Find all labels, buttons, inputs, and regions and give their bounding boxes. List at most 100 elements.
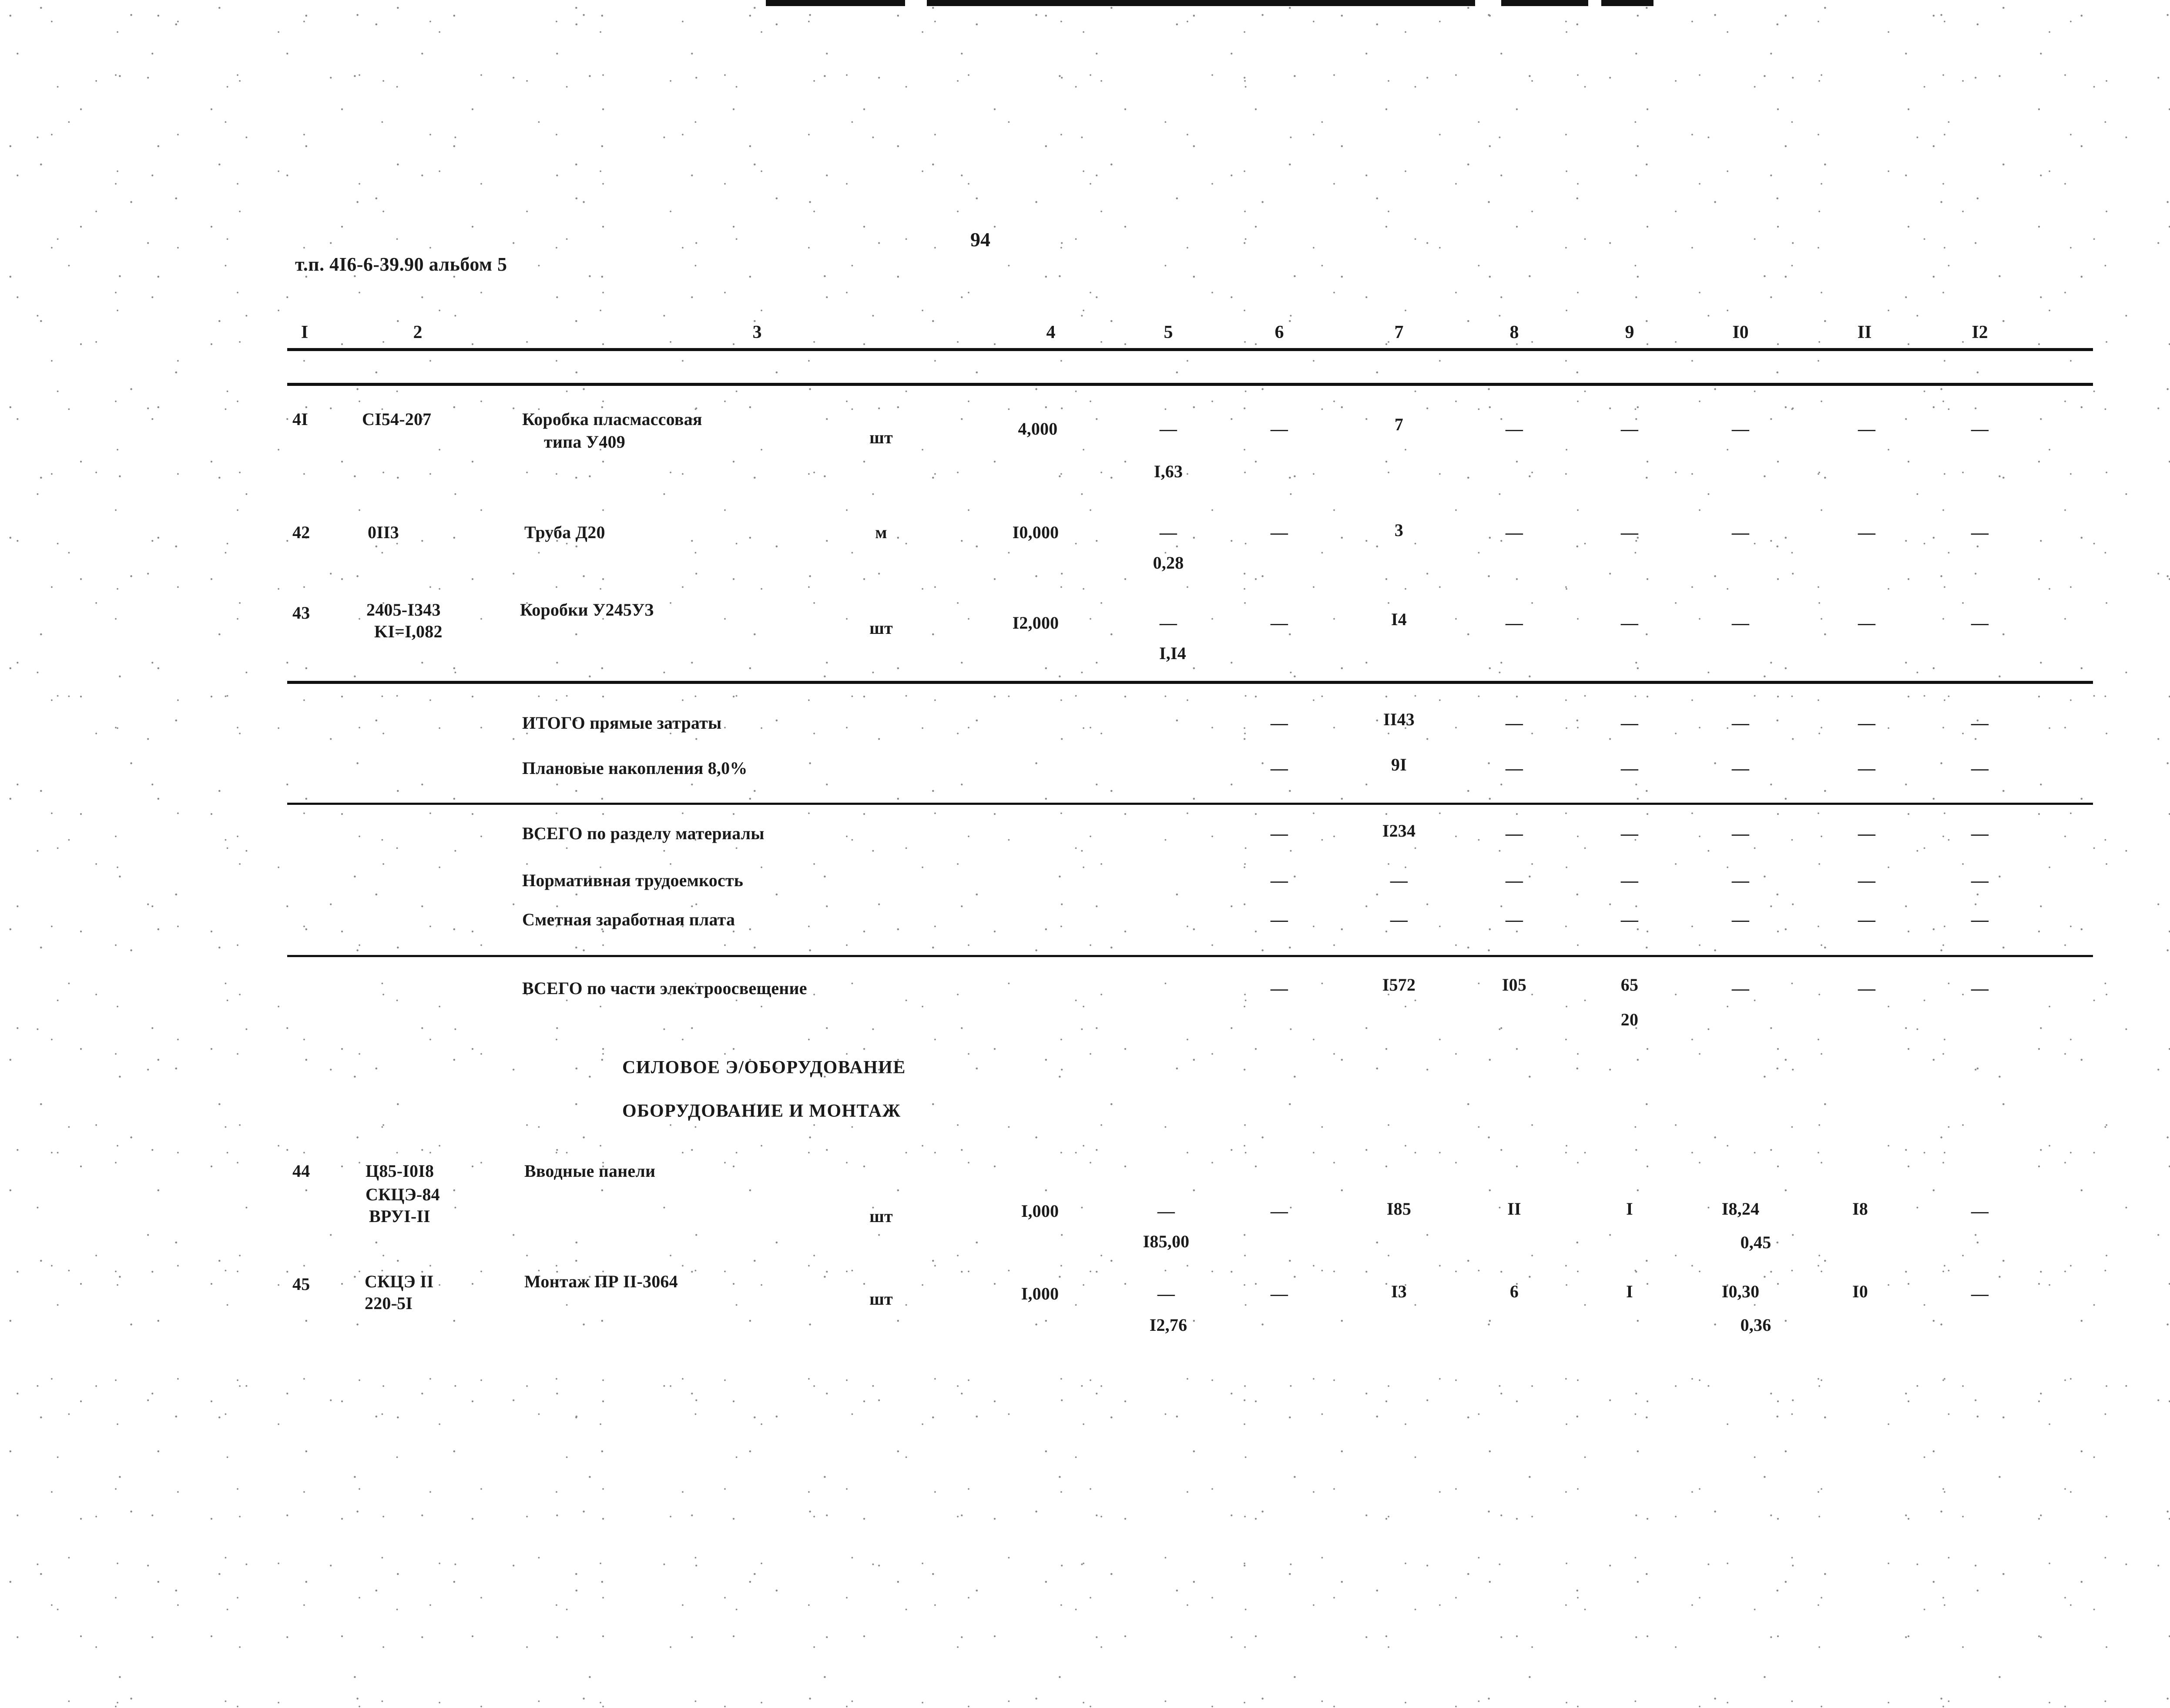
summary-col6: — bbox=[1270, 910, 1288, 929]
row-col6: — bbox=[1270, 1284, 1288, 1303]
row-col12: — bbox=[1971, 419, 1989, 439]
column-header-8: 8 bbox=[1509, 322, 1519, 342]
row-col8: 6 bbox=[1509, 1282, 1519, 1301]
summary-col9: — bbox=[1620, 871, 1639, 890]
column-header-7: 7 bbox=[1394, 322, 1404, 342]
row-price-line2: I,63 bbox=[1154, 462, 1183, 481]
table-row: 43 bbox=[292, 603, 310, 623]
row-unit: м bbox=[875, 522, 887, 542]
summary-col10: — bbox=[1731, 758, 1750, 778]
column-header-3: 3 bbox=[752, 322, 762, 342]
summary-label: Нормативная трудоемкость bbox=[522, 871, 744, 890]
row-unit: шт bbox=[869, 428, 893, 447]
column-header-2: 2 bbox=[413, 322, 423, 342]
row-col10: — bbox=[1731, 613, 1750, 633]
summary-col12: — bbox=[1971, 758, 1989, 778]
row-col6: — bbox=[1270, 419, 1288, 439]
row-col12: — bbox=[1971, 613, 1989, 633]
row-col7: I4 bbox=[1391, 610, 1407, 629]
summary-label: ИТОГО прямые затраты bbox=[522, 713, 722, 733]
row-col10: I8,24 bbox=[1721, 1199, 1760, 1219]
column-header-6: 6 bbox=[1274, 322, 1284, 342]
row-unit: шт bbox=[869, 618, 893, 638]
row-col10: — bbox=[1731, 522, 1750, 542]
summary-col9: — bbox=[1620, 824, 1639, 843]
column-header-1: I bbox=[301, 322, 309, 342]
grand-total-col11: — bbox=[1858, 978, 1876, 998]
summary-col10: — bbox=[1731, 871, 1750, 890]
row-col12: — bbox=[1971, 522, 1989, 542]
scan-artifact bbox=[766, 0, 905, 6]
grand-total-col10: — bbox=[1731, 978, 1750, 998]
table-rule-summary2 bbox=[287, 955, 2093, 957]
summary-col6: — bbox=[1270, 758, 1288, 778]
table-rule-summary1 bbox=[287, 803, 2093, 805]
row-col7: I3 bbox=[1391, 1282, 1407, 1301]
row-number: 43 bbox=[292, 603, 310, 623]
row-code: 0II3 bbox=[368, 522, 399, 542]
summary-col9: — bbox=[1620, 910, 1639, 929]
row-col10: I0,30 bbox=[1721, 1282, 1760, 1301]
row-col9: I bbox=[1626, 1282, 1633, 1301]
row-col7: 7 bbox=[1394, 415, 1404, 434]
scanned-page: т.п. 4I6-6-39.90 альбом 5 94 I 2 3 4 5 6… bbox=[0, 0, 2170, 1708]
table-rule-header bbox=[287, 383, 2093, 386]
summary-col8: — bbox=[1505, 758, 1523, 778]
summary-col11: — bbox=[1858, 871, 1876, 890]
table-rule-top bbox=[287, 348, 2093, 351]
row-col11: I0 bbox=[1852, 1282, 1868, 1301]
table-row: 45 bbox=[292, 1274, 310, 1294]
grand-total-label: ВСЕГО по части электроосвещение bbox=[522, 978, 807, 998]
row-number: 45 bbox=[292, 1274, 310, 1294]
row-col9: — bbox=[1620, 613, 1639, 633]
row-col11: — bbox=[1858, 522, 1876, 542]
row-col12: — bbox=[1971, 1201, 1989, 1221]
summary-col10: — bbox=[1731, 713, 1750, 733]
row-price: — bbox=[1159, 419, 1177, 439]
row-code: 2405-I343 bbox=[366, 600, 441, 620]
summary-label: ВСЕГО по разделу материалы bbox=[522, 824, 765, 843]
row-name: Коробка пласмассовая bbox=[522, 409, 702, 429]
summary-col6: — bbox=[1270, 871, 1288, 890]
row-col8: — bbox=[1505, 522, 1523, 542]
summary-label: Плановые накопления 8,0% bbox=[522, 758, 748, 778]
grand-total-col6: — bbox=[1270, 978, 1288, 998]
row-col7: I85 bbox=[1386, 1199, 1412, 1219]
summary-col12: — bbox=[1971, 871, 1989, 890]
row-unit: шт bbox=[869, 1289, 893, 1309]
scan-artifact bbox=[1501, 0, 1588, 6]
row-col12: — bbox=[1971, 1284, 1989, 1303]
row-col6: — bbox=[1270, 613, 1288, 633]
summary-col11: — bbox=[1858, 713, 1876, 733]
row-number: 44 bbox=[292, 1161, 310, 1181]
row-price-line2: I2,76 bbox=[1149, 1315, 1187, 1335]
column-header-4: 4 bbox=[1046, 322, 1056, 342]
row-col10-line2: 0,45 bbox=[1740, 1232, 1771, 1252]
row-code-line3: ВРУI-II bbox=[369, 1206, 430, 1226]
summary-col6: — bbox=[1270, 824, 1288, 843]
column-header-12: I2 bbox=[1972, 322, 1988, 342]
row-qty: I0,000 bbox=[1012, 522, 1059, 542]
summary-col7: 9I bbox=[1391, 755, 1407, 774]
row-code: Ц85-I0I8 bbox=[366, 1161, 434, 1181]
row-col11: I8 bbox=[1852, 1199, 1868, 1219]
row-qty: I2,000 bbox=[1012, 613, 1059, 633]
row-number: 4I bbox=[292, 409, 308, 429]
column-header-11: II bbox=[1857, 322, 1872, 342]
summary-col12: — bbox=[1971, 824, 1989, 843]
summary-col8: — bbox=[1505, 713, 1523, 733]
section-title-equipment-and-installation: ОБОРУДОВАНИЕ И МОНТАЖ bbox=[622, 1101, 901, 1121]
summary-col12: — bbox=[1971, 713, 1989, 733]
row-col11: — bbox=[1858, 419, 1876, 439]
summary-col6: — bbox=[1270, 713, 1288, 733]
summary-col9: — bbox=[1620, 758, 1639, 778]
row-col7: 3 bbox=[1394, 520, 1404, 540]
column-header-10: I0 bbox=[1732, 322, 1749, 342]
row-name: Коробки У245УЗ bbox=[520, 600, 654, 620]
row-name: Монтаж ПР II-3064 bbox=[524, 1272, 678, 1291]
table-row: 44 bbox=[292, 1161, 310, 1181]
row-col11: — bbox=[1858, 613, 1876, 633]
row-name-line2: типа У409 bbox=[544, 432, 625, 452]
column-header-9: 9 bbox=[1625, 322, 1634, 342]
summary-col7: II43 bbox=[1383, 710, 1415, 729]
